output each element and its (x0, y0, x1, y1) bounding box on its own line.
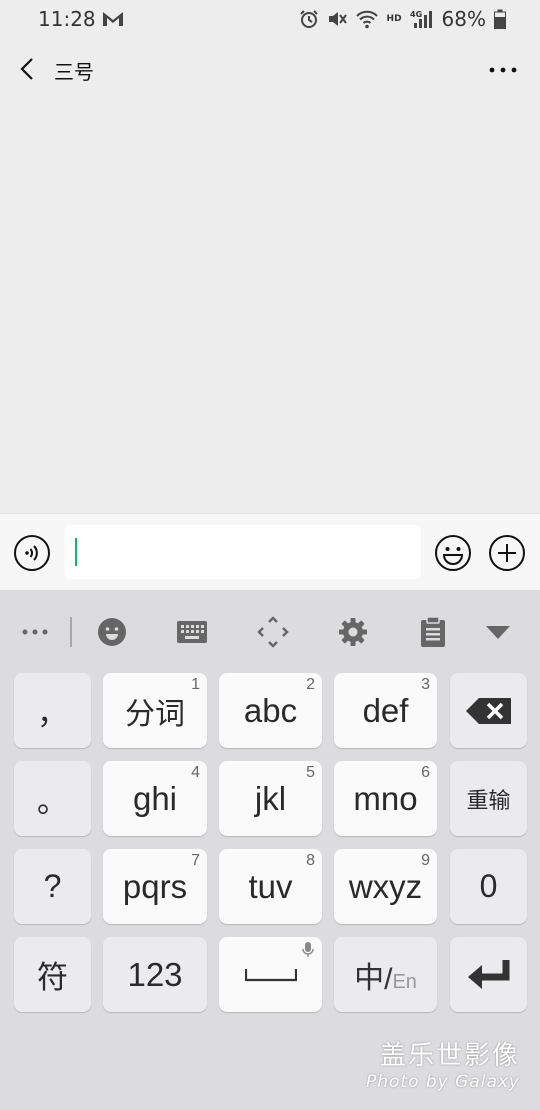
key-2-num: 2 (306, 676, 315, 693)
more-icon[interactable] (15, 612, 55, 652)
message-input[interactable] (65, 525, 421, 579)
watermark: 盖乐世影像 Photo by Galaxy (366, 1035, 520, 1092)
backspace-icon (465, 697, 511, 724)
key-7-num: 7 (191, 852, 200, 869)
key-2-label: abc (243, 691, 298, 729)
battery-icon (494, 9, 506, 29)
lang-zh: 中 (354, 960, 385, 996)
key-9-num: 9 (421, 852, 430, 869)
key-1-label: 分词 (125, 696, 185, 732)
more-horizontal-icon[interactable] (488, 62, 518, 78)
key-5-label: jkl (254, 779, 287, 817)
emoji-icon[interactable] (92, 612, 132, 652)
keyboard: ， 分词 1 abc 2 def 3 。 ghi 4 jkl 5 mno 6 重… (0, 590, 540, 1110)
key-4-num: 4 (191, 764, 200, 781)
key-question[interactable]: ? (14, 849, 91, 924)
key-9-label: wxyz (348, 867, 423, 905)
input-bar (0, 513, 540, 591)
key-0-label: 0 (479, 868, 498, 904)
key-1[interactable]: 分词 1 (103, 673, 207, 748)
voice-input-icon[interactable] (13, 534, 51, 572)
backspace-key[interactable] (450, 673, 527, 748)
key-7-label: pqrs (122, 867, 188, 905)
key-8-num: 8 (306, 852, 315, 869)
language-switch: 中 / En (354, 953, 417, 997)
retype-key-label: 重输 (466, 788, 511, 814)
key-9[interactable]: wxyz 9 (334, 849, 437, 924)
key-7[interactable]: pqrs 7 (103, 849, 207, 924)
mic-icon (302, 942, 314, 957)
text-cursor (75, 538, 77, 566)
key-8[interactable]: tuv 8 (219, 849, 322, 924)
key-6-label: mno (353, 779, 418, 817)
numbers-key[interactable]: 123 (103, 937, 207, 1012)
keyboard-icon[interactable] (172, 612, 212, 652)
enter-key[interactable] (450, 937, 527, 1012)
settings-icon[interactable] (333, 612, 373, 652)
chat-title: 三号 (54, 60, 94, 84)
watermark-subtitle: Photo by Galaxy (365, 1072, 520, 1092)
status-icons: HD 4G 68% (299, 6, 506, 32)
alarm-icon (299, 10, 318, 28)
space-key[interactable] (219, 937, 322, 1012)
symbol-key[interactable]: 符 (14, 937, 91, 1012)
symbol-key-label: 符 (37, 960, 68, 996)
retype-key[interactable]: 重输 (450, 761, 527, 836)
chat-header: 三号 (0, 38, 540, 100)
key-2[interactable]: abc 2 (219, 673, 322, 748)
key-period[interactable]: 。 (14, 761, 91, 836)
plus-circle-icon[interactable] (488, 534, 526, 572)
key-3-label: def (362, 691, 409, 729)
language-switch-key[interactable]: 中 / En (334, 937, 437, 1012)
key-1-num: 1 (191, 676, 200, 693)
status-bar: 11:28 HD 4G 68% (0, 0, 540, 38)
key-5-num: 5 (306, 764, 315, 781)
svg-text:4G: 4G (410, 10, 422, 19)
wifi-icon (355, 10, 378, 29)
collapse-icon[interactable] (478, 612, 518, 652)
enter-icon (467, 959, 509, 989)
key-8-label: tuv (248, 867, 293, 905)
numbers-key-label: 123 (127, 955, 183, 993)
key-comma-label: ， (37, 696, 68, 732)
emoji-icon[interactable] (434, 534, 472, 572)
keyboard-toolbar (0, 590, 540, 670)
key-period-label: 。 (37, 784, 68, 820)
toolbar-divider (70, 617, 72, 647)
watermark-title: 盖乐世影像 (379, 1041, 520, 1071)
chevron-left-icon[interactable] (12, 52, 42, 86)
key-5[interactable]: jkl 5 (219, 761, 322, 836)
hd-label: HD (386, 14, 402, 24)
message-area[interactable] (0, 100, 540, 513)
key-question-label: ? (43, 868, 62, 904)
status-time: 11:28 (38, 7, 96, 31)
key-6[interactable]: mno 6 (334, 761, 437, 836)
battery-percent: 68% (441, 7, 486, 31)
key-3[interactable]: def 3 (334, 673, 437, 748)
key-comma[interactable]: ， (14, 673, 91, 748)
signal-icon: 4G (410, 10, 432, 28)
lang-en: En (392, 970, 417, 993)
key-4-label: ghi (132, 779, 178, 817)
key-3-num: 3 (421, 676, 430, 693)
key-4[interactable]: ghi 4 (103, 761, 207, 836)
space-icon (244, 968, 297, 981)
mute-icon (328, 12, 347, 26)
key-6-num: 6 (421, 764, 430, 781)
gmail-icon (103, 12, 123, 26)
clipboard-icon[interactable] (413, 612, 453, 652)
lang-slash: / (384, 962, 393, 996)
cursor-move-icon[interactable] (253, 612, 293, 652)
key-0[interactable]: 0 (450, 849, 527, 924)
